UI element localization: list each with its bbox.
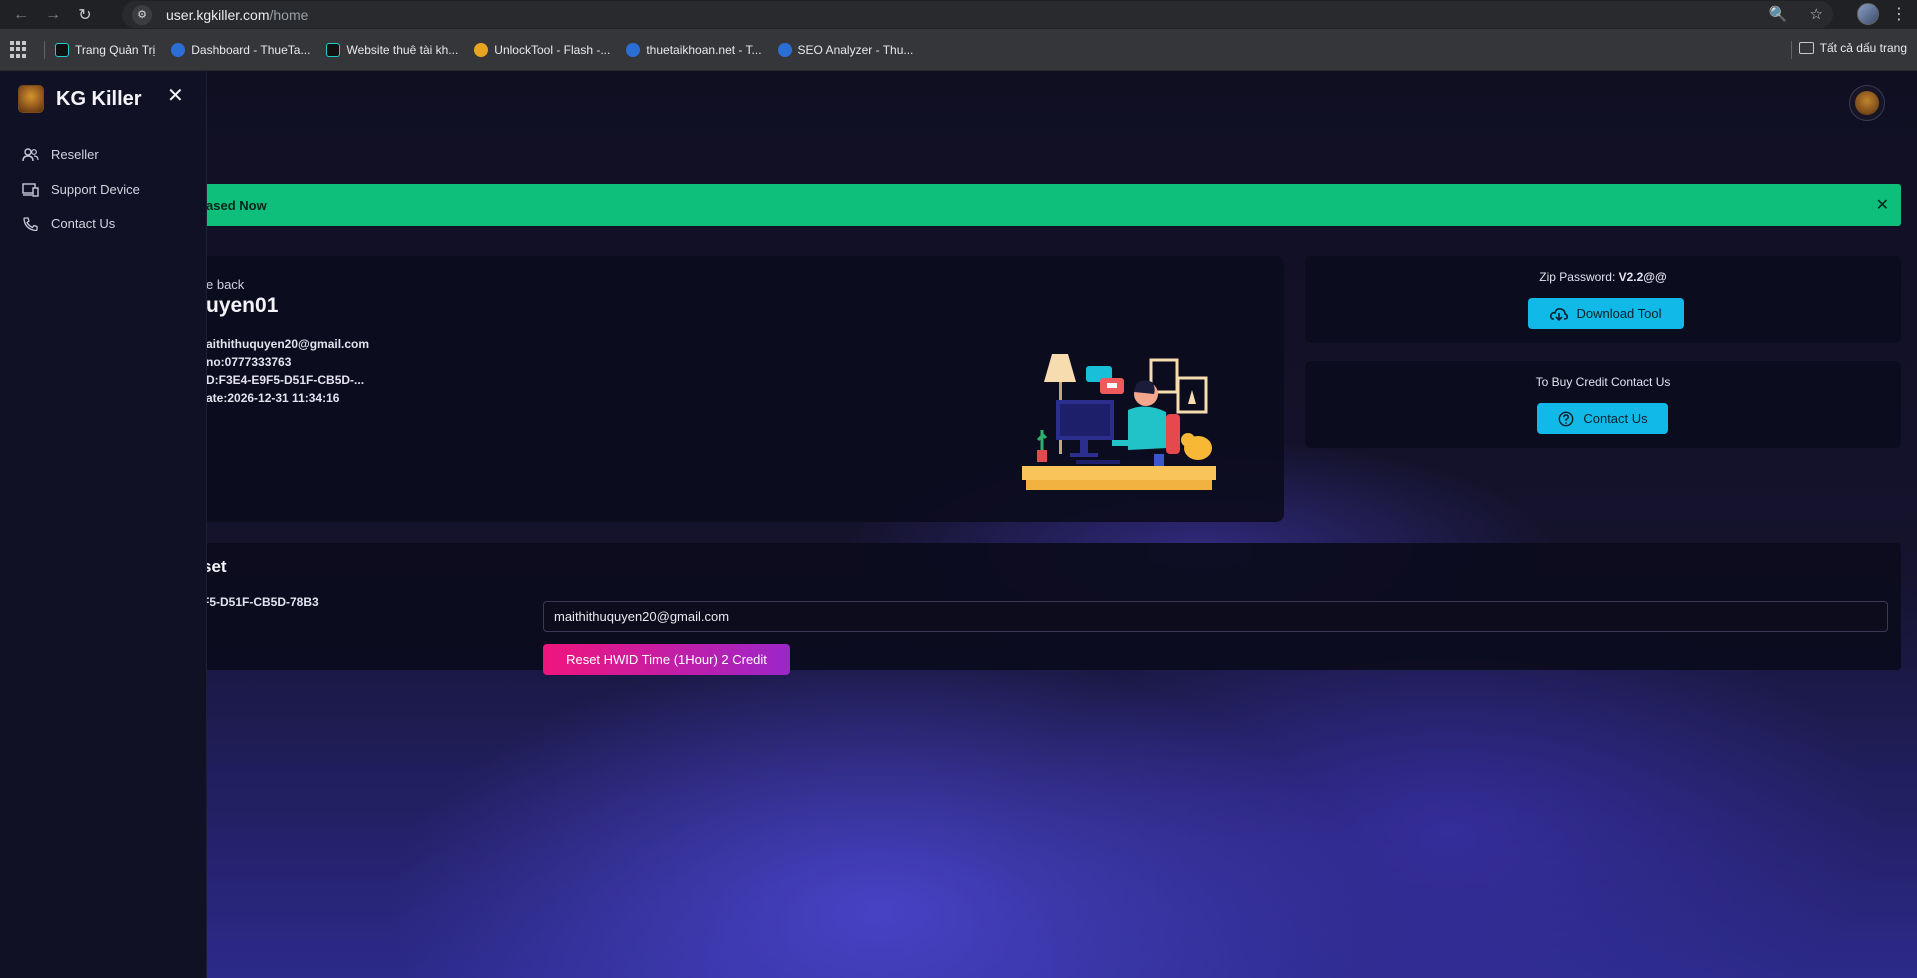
hwid-value: F5-D51F-CB5D-78B3 [202, 595, 319, 609]
address-bar[interactable]: ⚙ user.kgkiller.com/home 🔍 ☆ [122, 1, 1833, 28]
download-tool-label: Download Tool [1576, 306, 1662, 321]
bookmark-item[interactable]: Dashboard - ThueTa... [171, 42, 311, 57]
info-email: aithithuquyen20@gmail.com [206, 337, 370, 351]
bookmark-favicon-icon [777, 42, 792, 57]
sidebar-item-contact-us[interactable]: Contact Us [22, 216, 115, 231]
contact-us-label: Contact Us [1583, 411, 1648, 426]
question-circle-icon [1558, 411, 1574, 426]
bookmark-item[interactable]: UnlockTool - Flash -... [474, 42, 611, 57]
close-icon[interactable]: ✕ [167, 83, 184, 108]
buy-credit-label: To Buy Credit Contact Us [1535, 375, 1671, 389]
bookmark-label: SEO Analyzer - Thu... [797, 42, 914, 57]
download-tool-button[interactable]: Download Tool [1528, 298, 1684, 329]
brand-logo-icon [18, 85, 44, 113]
info-phone: no:0777333763 [206, 355, 292, 369]
info-hwid: D:F3E4-E9F5-D51F-CB5D-... [206, 373, 365, 387]
users-icon [22, 147, 39, 161]
menu-kebab-icon[interactable]: ⋮ [1891, 4, 1907, 24]
bookmark-item[interactable]: Website thuê tài kh... [326, 42, 459, 57]
bookmarks-bar: Trang Quản Trị Dashboard - ThueTa... Web… [0, 29, 1917, 71]
bookmark-label: Trang Quản Trị [75, 42, 156, 57]
alert-close-icon[interactable]: ✕ [1876, 195, 1889, 215]
sidebar-item-label: Reseller [51, 147, 99, 162]
sidebar: KG Killer ✕ Reseller Support Device Cont… [0, 71, 207, 978]
workspace-illustration [1022, 354, 1216, 490]
bookmark-label: thuetaikhoan.net - T... [646, 42, 762, 57]
info-expiry-date: ate:2026-12-31 11:34:16 [206, 391, 340, 405]
reload-icon[interactable]: ↻ [74, 4, 96, 26]
phone-icon [23, 216, 38, 231]
sidebar-item-support-device[interactable]: Support Device [22, 182, 140, 197]
bookmark-label: Website thuê tài kh... [346, 42, 459, 57]
brand[interactable]: KG Killer [18, 85, 142, 113]
all-bookmarks-label: Tất cả dấu trang [1819, 41, 1907, 55]
download-card: Zip Password: V2.2@@ Download Tool [1305, 256, 1901, 343]
alert-text: ased Now [206, 197, 267, 213]
browser-toolbar: ← → ↻ ⚙ user.kgkiller.com/home 🔍 ☆ ⋮ [0, 0, 1917, 29]
bookmark-item[interactable]: SEO Analyzer - Thu... [777, 42, 914, 57]
apps-grid-icon[interactable] [10, 40, 28, 59]
url-path: /home [269, 6, 309, 23]
account-info: aithithuquyen20@gmail.com no:0777333763 … [206, 335, 369, 407]
contact-us-button[interactable]: Contact Us [1537, 403, 1668, 434]
site-settings-icon[interactable]: ⚙ [132, 4, 152, 25]
sidebar-item-label: Support Device [51, 182, 140, 197]
bookmark-favicon-icon [55, 42, 69, 57]
bookmark-star-icon[interactable]: ☆ [1810, 5, 1823, 23]
zip-password-row: Zip Password: V2.2@@ [1305, 270, 1901, 284]
bookmark-separator [1791, 41, 1792, 59]
zip-password-label: Zip Password: [1539, 270, 1619, 284]
forward-arrow-icon[interactable]: → [42, 4, 64, 26]
bookmark-label: UnlockTool - Flash -... [494, 42, 611, 57]
page-content: ased Now ✕ e back uyen01 aithithuquyen20… [0, 71, 1917, 978]
folder-icon [1798, 42, 1814, 54]
sidebar-item-reseller[interactable]: Reseller [22, 147, 99, 162]
bookmark-favicon-icon [474, 42, 489, 57]
welcome-card: e back uyen01 aithithuquyen20@gmail.com … [190, 256, 1284, 522]
brand-name: KG Killer [56, 87, 142, 110]
zoom-icon[interactable]: 🔍 [1769, 5, 1788, 23]
alert-banner: ased Now ✕ [190, 184, 1901, 226]
bookmark-item[interactable]: Trang Quản Trị [55, 42, 156, 57]
url-host: user.kgkiller.com [166, 6, 270, 23]
bookmark-favicon-icon [326, 42, 341, 57]
bookmark-favicon-icon [626, 42, 641, 57]
cloud-download-icon [1550, 307, 1569, 321]
user-avatar[interactable] [1849, 85, 1885, 121]
welcome-greeting: e back [206, 277, 245, 292]
buy-credit-card: To Buy Credit Contact Us Contact Us [1305, 361, 1901, 448]
devices-icon [22, 182, 39, 197]
all-bookmarks-button[interactable]: Tất cả dấu trang [1798, 41, 1907, 55]
email-field[interactable] [543, 601, 1888, 632]
bookmark-label: Dashboard - ThueTa... [191, 42, 311, 57]
profile-avatar[interactable] [1857, 3, 1879, 25]
zip-password-value: V2.2@@ [1618, 270, 1667, 284]
sidebar-item-label: Contact Us [51, 216, 116, 231]
bookmark-favicon-icon [171, 42, 186, 57]
hwid-reset-card: set F5-D51F-CB5D-78B3 Reset HWID Time (1… [190, 543, 1901, 675]
avatar-image [1855, 91, 1879, 115]
back-arrow-icon[interactable]: ← [10, 4, 32, 26]
welcome-username: uyen01 [206, 294, 279, 317]
bookmark-item[interactable]: thuetaikhoan.net - T... [626, 42, 762, 57]
reset-hwid-button[interactable]: Reset HWID Time (1Hour) 2 Credit [543, 644, 790, 675]
bookmark-separator [44, 40, 45, 59]
